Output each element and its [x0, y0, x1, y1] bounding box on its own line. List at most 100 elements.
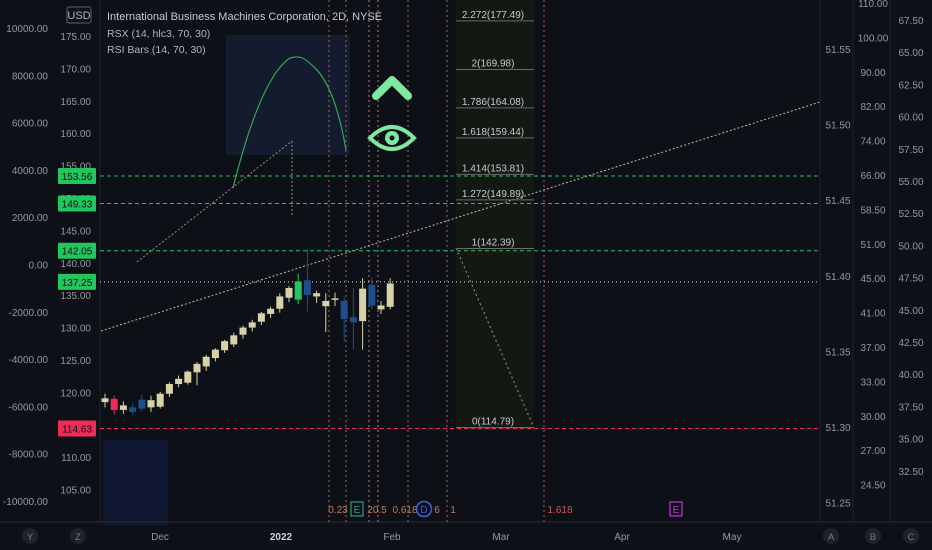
event-label[interactable]: 0.618 [392, 505, 417, 516]
candle-body [202, 356, 210, 367]
candle-body [110, 398, 118, 410]
time-tick-label: 2022 [270, 532, 293, 543]
candle-body [119, 405, 127, 410]
shaded-lower-region [103, 440, 168, 525]
axis-mode-button-label[interactable]: Z [75, 532, 81, 543]
right-a-tick-label: 110.00 [858, 0, 888, 10]
right-a-tick-label: 41.00 [860, 309, 885, 320]
candle-body [248, 322, 256, 328]
right-axis-b: 67.50 65.00 62.50 60.00 57.50 55.00 52.50 50.00… [898, 16, 923, 478]
candle-body [303, 280, 311, 296]
candle-body [193, 363, 201, 373]
fib-level-label: 1.414(153.81) [462, 163, 524, 174]
candle-body [322, 300, 330, 307]
time-tick-label: Dec [151, 532, 169, 543]
candle-body [257, 313, 265, 322]
event-label[interactable]: D [420, 505, 427, 516]
candle-body [211, 349, 219, 359]
right-b-tick-label: 40.00 [898, 370, 923, 381]
right-b-tick-label: 37.50 [898, 402, 923, 413]
event-label[interactable]: 1 [450, 505, 456, 516]
candle-body [276, 296, 284, 309]
candle-body [230, 335, 238, 345]
chart-title: International Business Machines Corporat… [107, 11, 382, 23]
candle-body [156, 393, 164, 407]
fib-level-label: 1.786(164.08) [462, 97, 524, 108]
price-tag-label: 153.56 [62, 172, 93, 183]
candle-body [175, 378, 183, 384]
candle-body [165, 383, 173, 394]
price-tick-label: 175.00 [60, 32, 91, 43]
candle-body [147, 400, 155, 408]
price-tick-label: 110.00 [61, 453, 91, 464]
indicator-rsi-bars[interactable]: RSI Bars (14, 70, 30) [107, 44, 206, 56]
right-a-tick-label: 33.00 [860, 377, 885, 388]
candle-body [331, 298, 339, 300]
price-tick-label: 165.00 [60, 97, 91, 108]
mid-right-tick-label: 51.55 [825, 45, 850, 56]
event-label[interactable]: E [673, 505, 680, 516]
indicator-rsx[interactable]: RSX (14, hlc3, 70, 30) [107, 28, 210, 40]
mid-right-tick-label: 51.40 [825, 272, 850, 283]
fib-level-label: 2(169.98) [472, 59, 515, 70]
right-b-tick-label: 45.00 [898, 306, 923, 317]
event-label[interactable]: 1.618 [547, 505, 572, 516]
fib-level-label: 1(142.39) [472, 237, 515, 248]
right-a-tick-label: 30.00 [860, 412, 885, 423]
right-a-tick-label: 58.50 [860, 205, 885, 216]
axis-mode-button-label[interactable]: C [908, 532, 915, 543]
candle-body [184, 371, 192, 383]
far-left-tick-label: -8000.00 [9, 450, 49, 461]
candle-body [377, 305, 385, 310]
right-b-tick-label: 57.50 [898, 145, 923, 156]
axis-mode-button-label[interactable]: A [828, 532, 835, 543]
mid-right-tick-label: 51.30 [825, 423, 850, 434]
far-left-tick-label: 6000.00 [12, 119, 49, 130]
right-b-tick-label: 47.50 [898, 274, 923, 285]
axis-mode-button-label[interactable]: B [870, 532, 876, 543]
price-tag-label: 142.05 [62, 247, 93, 258]
currency-badge[interactable]: USD [67, 10, 90, 22]
time-tick-label: Apr [614, 532, 630, 543]
right-axis-a: 110.00 100.00 90.00 82.00 74.00 66.00 58.50 51.… [858, 0, 889, 492]
far-left-tick-label: 0.00 [29, 261, 49, 272]
mid-right-tick-label: 51.45 [825, 196, 850, 207]
right-b-tick-label: 35.00 [898, 435, 923, 446]
right-b-tick-label: 62.50 [898, 80, 923, 91]
fib-level-label: 1.618(159.44) [462, 127, 524, 138]
candle-body [340, 300, 348, 320]
far-left-tick-label: 10000.00 [6, 24, 48, 35]
right-b-tick-label: 50.00 [898, 241, 923, 252]
mid-right-tick-label: 51.35 [825, 347, 850, 358]
far-left-tick-label: -6000.00 [9, 402, 49, 413]
price-tick-label: 160.00 [60, 129, 91, 140]
far-left-tick-label: -4000.00 [9, 355, 49, 366]
candle-body [239, 327, 247, 335]
event-label[interactable]: 0.23 [328, 505, 348, 516]
fib-level-label: 1.272(149.89) [462, 189, 524, 200]
price-tick-label: 140.00 [60, 259, 91, 270]
axis-mode-button-label[interactable]: Y [27, 532, 34, 543]
right-b-tick-label: 55.00 [898, 177, 923, 188]
candle-body [101, 398, 109, 403]
right-b-tick-label: 60.00 [898, 113, 923, 124]
candle-body [285, 287, 293, 298]
event-label[interactable]: 20.5 [367, 505, 387, 516]
candle-body [386, 283, 394, 307]
price-tick-label: 105.00 [60, 486, 91, 497]
mid-right-tick-label: 51.25 [825, 499, 850, 510]
price-tag-label: 114.63 [62, 425, 92, 436]
event-label[interactable]: E [354, 505, 361, 516]
far-left-tick-label: 2000.00 [12, 213, 49, 224]
chart-canvas[interactable]: 2.272(177.49) 2(169.98) 1.786(164.08) 1.618… [0, 0, 932, 550]
right-b-tick-label: 52.50 [898, 209, 923, 220]
candle-body [368, 284, 376, 306]
far-left-tick-label: -2000.00 [9, 308, 49, 319]
right-b-tick-label: 65.00 [898, 48, 923, 59]
far-left-tick-label: 4000.00 [12, 166, 49, 177]
right-a-tick-label: 66.00 [860, 171, 885, 182]
price-tag-label: 137.25 [62, 278, 93, 289]
right-b-tick-label: 32.50 [898, 467, 923, 478]
event-label[interactable]: 6 [434, 505, 440, 516]
price-tick-label: 135.00 [60, 291, 91, 302]
